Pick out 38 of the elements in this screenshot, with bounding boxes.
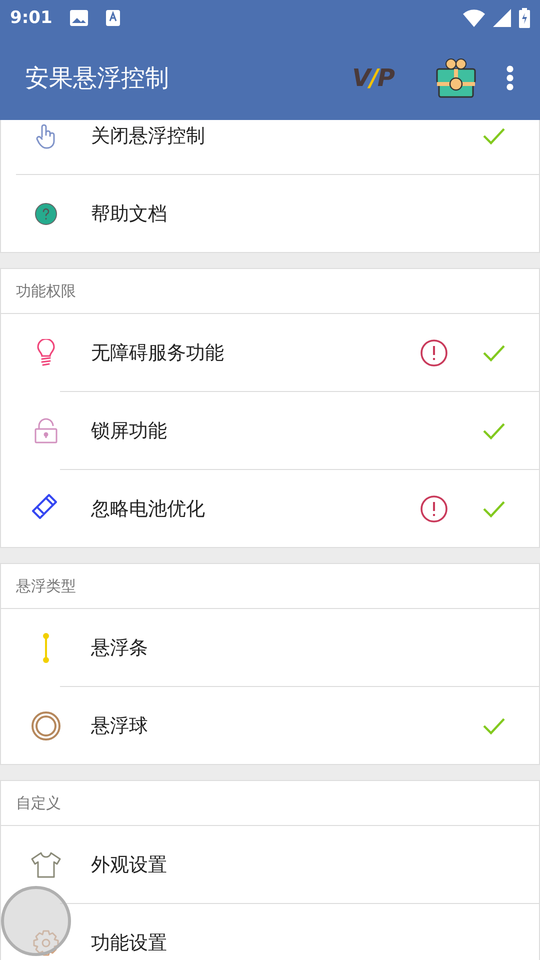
settings-item[interactable]: 关闭悬浮控制 xyxy=(1,120,539,174)
notification-icon xyxy=(106,10,120,26)
settings-item[interactable]: 悬浮球 xyxy=(1,687,539,764)
shirt-icon xyxy=(31,852,61,878)
app-title: 安果悬浮控制 xyxy=(25,63,170,94)
settings-item[interactable]: 锁屏功能 xyxy=(1,392,539,469)
ring-icon xyxy=(31,710,61,740)
item-label: 悬浮球 xyxy=(91,714,149,738)
pointing-hand-icon xyxy=(34,122,58,148)
item-label: 锁屏功能 xyxy=(91,418,168,444)
padlock-icon xyxy=(34,418,58,444)
settings-item[interactable]: 外观设置 xyxy=(1,826,539,903)
item-label: 外观设置 xyxy=(91,852,168,878)
wifi-icon xyxy=(463,9,485,27)
vertical-bar-icon xyxy=(42,632,50,664)
settings-item[interactable]: 功能设置 xyxy=(1,904,539,960)
lightbulb-icon xyxy=(37,338,55,366)
settings-item[interactable]: 无障碍服务功能 xyxy=(1,314,539,391)
item-label: 帮助文档 xyxy=(91,202,168,226)
section-header: 功能权限 xyxy=(16,282,76,300)
item-label: 功能设置 xyxy=(91,930,168,956)
status-time: 9:01 xyxy=(10,8,52,28)
more-options-icon[interactable] xyxy=(506,65,514,91)
gear-icon xyxy=(32,928,60,956)
item-label: 忽略电池优化 xyxy=(91,496,206,522)
gift-icon[interactable] xyxy=(436,57,476,99)
section-header: 悬浮类型 xyxy=(16,576,76,596)
battery-status-icon xyxy=(519,8,530,28)
item-label: 无障碍服务功能 xyxy=(91,340,225,366)
settings-item[interactable]: 悬浮条 xyxy=(1,609,539,686)
settings-item[interactable]: 帮助文档 xyxy=(1,175,539,252)
item-label: 悬浮条 xyxy=(91,636,149,660)
signal-icon xyxy=(493,9,511,27)
settings-item[interactable]: 忽略电池优化 xyxy=(1,470,539,547)
image-icon xyxy=(70,10,88,26)
item-label: 关闭悬浮控制 xyxy=(91,124,206,148)
help-icon xyxy=(34,202,58,226)
section-header: 自定义 xyxy=(16,794,61,812)
